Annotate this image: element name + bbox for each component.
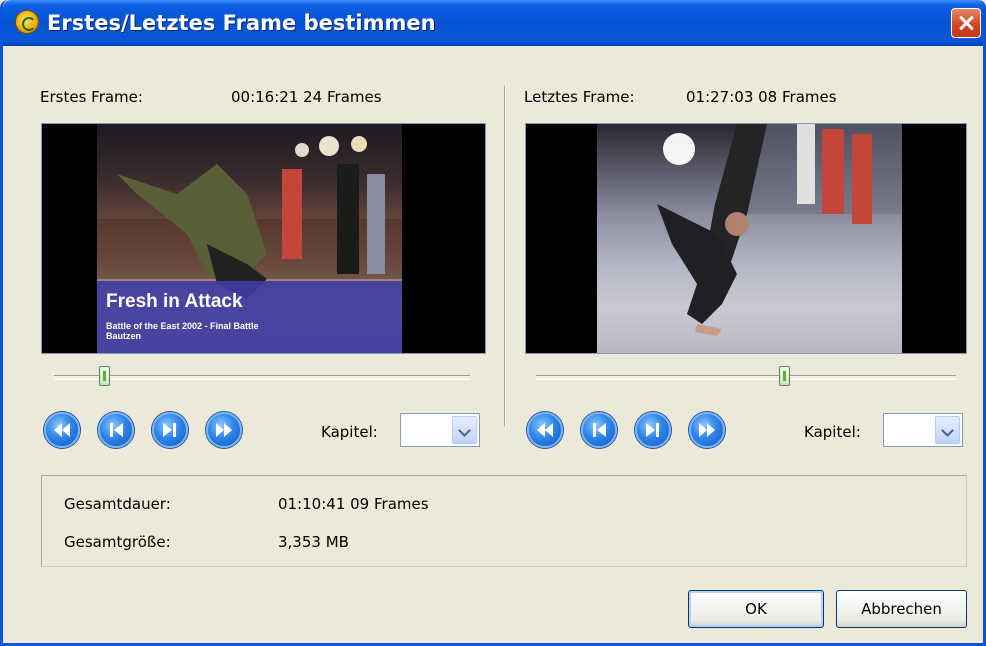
first-step-back-button[interactable] <box>98 412 134 448</box>
overlay-subtitle-2: Bautzen <box>106 331 142 341</box>
app-icon <box>15 10 39 34</box>
last-frame-image <box>597 124 902 353</box>
first-frame-slider-track[interactable] <box>54 375 470 380</box>
last-frame-preview <box>525 123 967 354</box>
last-step-back-button[interactable] <box>581 412 617 448</box>
duration-value: 01:10:41 09 Frames <box>278 495 429 513</box>
window-title: Erstes/Letztes Frame bestimmen <box>47 11 436 35</box>
last-skip-forward-button[interactable] <box>689 412 725 448</box>
first-frame-image: Fresh in Attack Battle of the East 2002 … <box>97 124 402 353</box>
first-skip-back-button[interactable] <box>44 412 80 448</box>
last-frame-slider-track[interactable] <box>536 375 956 380</box>
summary-group <box>41 475 967 567</box>
last-step-forward-button[interactable] <box>635 412 671 448</box>
first-chapter-select[interactable] <box>400 413 480 447</box>
size-label: Gesamtgröße: <box>64 533 171 551</box>
first-frame-time: 00:16:21 24 Frames <box>231 88 382 106</box>
first-step-forward-button[interactable] <box>152 412 188 448</box>
chevron-down-icon[interactable] <box>935 416 960 444</box>
close-button[interactable] <box>951 8 981 38</box>
last-chapter-label: Kapitel: <box>804 423 861 441</box>
step-forward-icon <box>163 423 176 437</box>
last-skip-back-button[interactable] <box>527 412 563 448</box>
cancel-button[interactable]: Abbrechen <box>836 590 967 628</box>
first-frame-scene <box>97 136 402 353</box>
skip-forward-icon <box>216 423 232 437</box>
last-frame-time: 01:27:03 08 Frames <box>686 88 837 106</box>
skip-back-icon <box>54 423 70 437</box>
step-back-icon <box>593 423 606 437</box>
first-skip-forward-button[interactable] <box>206 412 242 448</box>
last-frame-label: Letztes Frame: <box>524 88 635 106</box>
step-back-icon <box>110 423 123 437</box>
last-frame-slider-thumb[interactable] <box>779 366 790 386</box>
overlay-title: Fresh in Attack <box>106 291 243 312</box>
first-frame-preview: Fresh in Attack Battle of the East 2002 … <box>41 123 486 354</box>
chevron-down-icon[interactable] <box>452 416 477 444</box>
ok-button[interactable]: OK <box>688 590 824 628</box>
panel-divider <box>504 86 506 426</box>
first-frame-slider-thumb[interactable] <box>99 366 110 386</box>
first-chapter-label: Kapitel: <box>321 423 378 441</box>
first-frame-label: Erstes Frame: <box>40 88 143 106</box>
dialog-window: Erstes/Letztes Frame bestimmen Erstes Fr… <box>0 0 986 646</box>
skip-back-icon <box>537 423 553 437</box>
skip-forward-icon <box>699 423 715 437</box>
step-forward-icon <box>646 423 659 437</box>
size-value: 3,353 MB <box>278 533 349 551</box>
last-chapter-select[interactable] <box>883 413 963 447</box>
duration-label: Gesamtdauer: <box>64 495 171 513</box>
title-bar[interactable]: Erstes/Letztes Frame bestimmen <box>3 0 983 46</box>
last-frame-scene <box>657 124 902 336</box>
